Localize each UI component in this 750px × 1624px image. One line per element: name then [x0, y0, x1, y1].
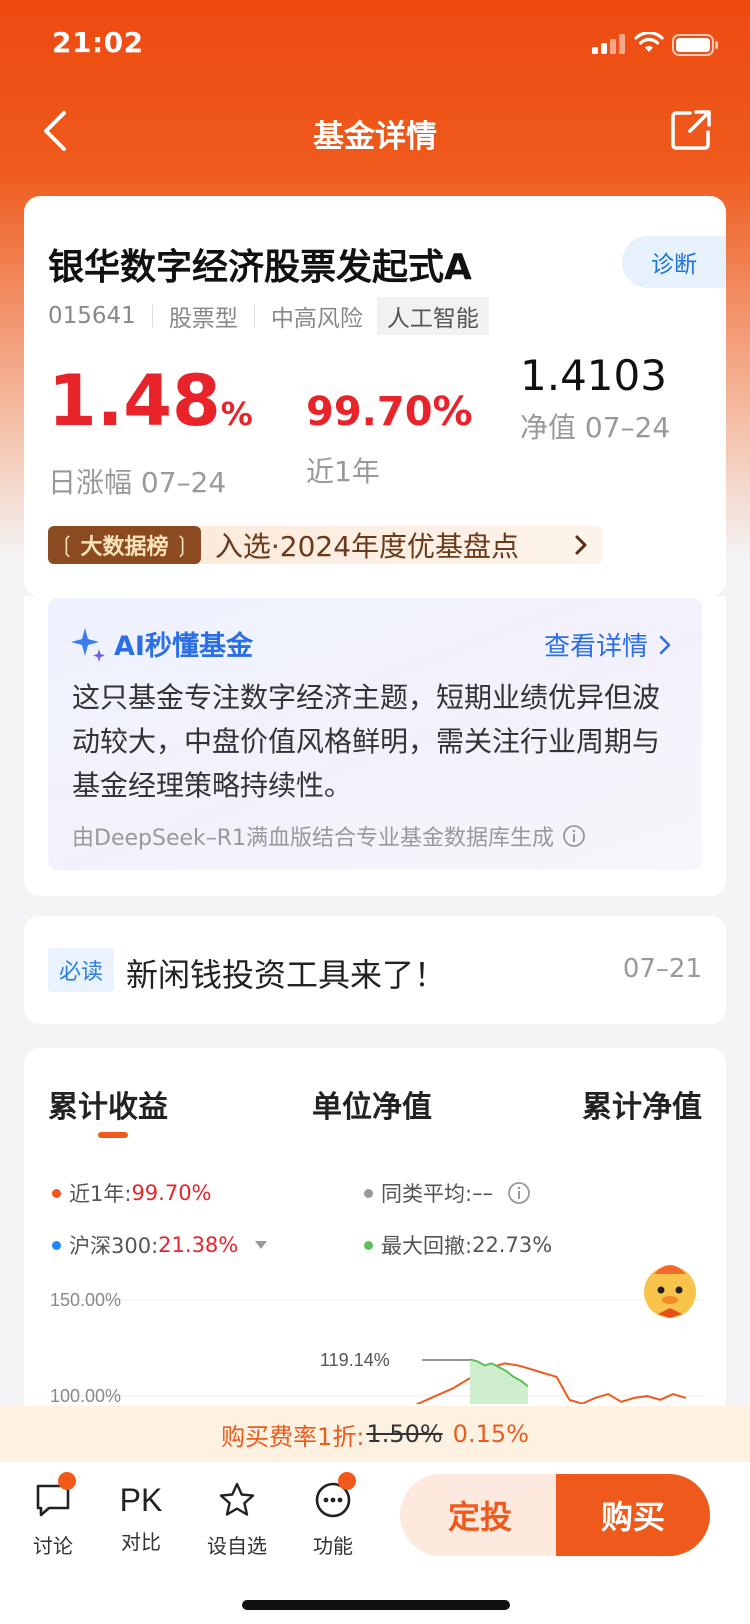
one-year-label: 近1年 [306, 455, 380, 488]
legend-dot [52, 1188, 61, 1198]
bottom-action-bar: 讨论 PK 对比 设自选 功能 定投 购买 [0, 1462, 750, 1624]
fee-prefix: 购买费率1折: [221, 1422, 365, 1451]
ai-summary-box: AI秒懂基金 查看详情 这只基金专注数字经济主题，短期业绩优异但波动较大，中盘价… [48, 598, 702, 870]
buy-button[interactable]: 购买 [556, 1474, 710, 1556]
legend-peer: 同类平均: –– [364, 1178, 531, 1208]
ai-footer: 由DeepSeek–R1满血版结合专业基金数据库生成 [72, 820, 586, 852]
theme-tag[interactable]: 人工智能 [376, 297, 489, 335]
y-tick-label: 100.00% [50, 1386, 121, 1404]
notice-date: 07–21 [622, 954, 702, 984]
divider [253, 305, 255, 327]
ai-header: AI秒懂基金 [70, 624, 253, 663]
notice-title: 新闲钱投资工具来了！ [126, 956, 447, 994]
cellular-signal-icon [592, 34, 625, 54]
fund-meta: 015641 股票型 中高风险 人工智能 [48, 297, 489, 335]
fund-code: 015641 [48, 303, 136, 329]
daily-change-label: 日涨幅 07–24 [48, 466, 227, 499]
add-watchlist-button[interactable]: 设自选 [202, 1480, 272, 1559]
active-tab-indicator [98, 1132, 128, 1138]
peak-annotation: 119.14% [320, 1350, 390, 1370]
home-indicator [242, 1600, 510, 1610]
notification-dot [58, 1472, 76, 1490]
daily-change-value: 1.48 [48, 360, 221, 442]
ai-details-link[interactable]: 查看详情 [544, 626, 672, 663]
tab-cumulative-return[interactable]: 累计收益 [48, 1082, 168, 1126]
legend-fund-value: 99.70% [131, 1181, 212, 1205]
fee-discounted: 0.15% [452, 1420, 529, 1448]
info-icon[interactable] [507, 1181, 531, 1205]
fund-risk: 中高风险 [270, 306, 363, 332]
ai-footer-text: 由DeepSeek–R1满血版结合专业基金数据库生成 [72, 826, 555, 851]
nav-value: 1.4103 [520, 351, 667, 400]
info-icon[interactable] [562, 824, 586, 848]
one-year-value: 99.70% [306, 389, 473, 435]
discuss-label: 讨论 [33, 1534, 73, 1558]
tab-cumulative-nav[interactable]: 累计净值 [582, 1082, 702, 1126]
rank-text: 入选·2024年度优基盘点 [214, 530, 520, 563]
ranking-banner[interactable]: ❲ 大数据榜 ❳ 入选·2024年度优基盘点 [48, 526, 602, 564]
legend-fund-label: 近1年: [69, 1182, 132, 1206]
sparkle-icon [71, 627, 105, 662]
fund-type: 股票型 [168, 306, 238, 332]
legend-fund: 近1年: 99.70% [52, 1178, 212, 1208]
nav-stat: 1.4103 净值 07–24 [520, 348, 670, 446]
status-time: 21:02 [52, 26, 144, 59]
daily-change-stat: 1.48% 日涨幅 07–24 [48, 364, 253, 501]
fee-original: 1.50% [366, 1420, 443, 1448]
diagnose-button[interactable]: 诊断 [622, 236, 726, 288]
chevron-right-icon [575, 535, 587, 555]
legend-peer-label: 同类平均: [381, 1182, 473, 1206]
battery-icon [672, 34, 718, 56]
page-title: 基金详情 [313, 119, 437, 155]
functions-label: 功能 [313, 1534, 353, 1558]
chevron-right-icon [659, 635, 671, 654]
fund-summary-card: 银华数字经济股票发起式A 诊断 015641 股票型 中高风险 人工智能 1.4… [24, 196, 726, 596]
notice-card[interactable]: 必读 新闲钱投资工具来了！ 07–21 [24, 916, 726, 1024]
compare-button[interactable]: PK 对比 [106, 1480, 176, 1555]
compare-label: 对比 [121, 1530, 161, 1554]
legend-peer-value: –– [472, 1181, 494, 1205]
divider [151, 305, 153, 327]
functions-button[interactable]: 功能 [298, 1472, 368, 1559]
rank-badge-label: 大数据榜 [80, 535, 169, 560]
mascot-icon[interactable] [634, 1252, 706, 1324]
notification-dot [338, 1472, 356, 1490]
nav-bar: 基金详情 [0, 95, 750, 167]
ai-details-label: 查看详情 [543, 632, 648, 662]
series-line-fund [415, 1362, 687, 1404]
legend-dot [364, 1188, 373, 1198]
wifi-icon [634, 32, 664, 52]
discuss-button[interactable]: 讨论 [18, 1472, 88, 1559]
must-read-tag: 必读 [48, 948, 114, 992]
ai-summary-text: 这只基金专注数字经济主题，短期业绩优异但波动较大，中盘价值风格鲜明，需关注行业周… [72, 681, 661, 802]
star-icon [219, 1482, 255, 1516]
daily-change-unit: % [220, 395, 253, 433]
one-year-stat: 99.70% 近1年 [306, 386, 473, 490]
invest-plan-button[interactable]: 定投 [400, 1474, 560, 1556]
rank-badge: ❲ 大数据榜 ❳ [48, 526, 201, 564]
fee-banner: 购买费率1折: 1.50% 0.15% [0, 1406, 750, 1462]
return-chart[interactable]: 150.00% 100.00% 119.14% [24, 1244, 726, 1404]
fund-name: 银华数字经济股票发起式A [48, 247, 472, 288]
nav-label: 净值 07–24 [520, 411, 671, 444]
status-bar: 21:02 [0, 0, 750, 90]
pk-icon: PK [119, 1482, 163, 1518]
ai-title: AI秒懂基金 [114, 631, 253, 662]
share-icon[interactable] [668, 107, 714, 153]
tab-unit-nav[interactable]: 单位净值 [312, 1082, 432, 1126]
watchlist-label: 设自选 [207, 1534, 267, 1558]
y-tick-label: 150.00% [50, 1290, 121, 1310]
